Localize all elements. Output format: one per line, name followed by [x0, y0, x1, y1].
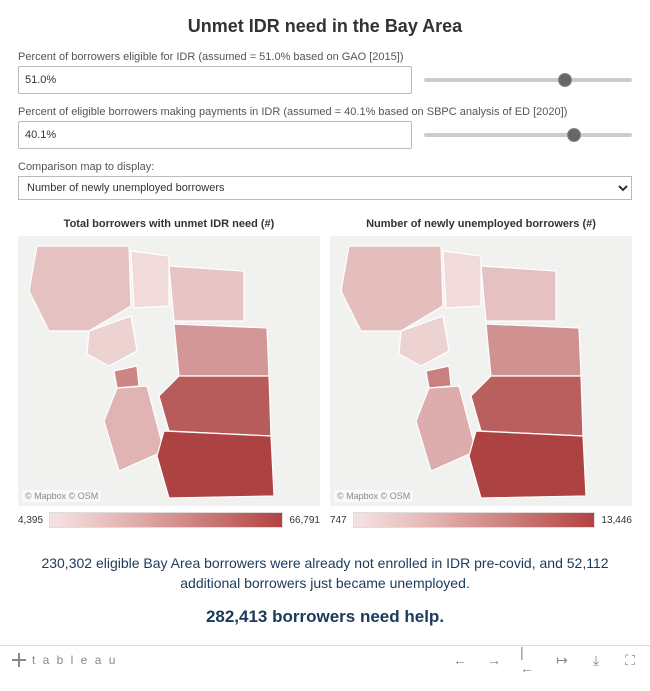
download-icon[interactable]: ⤓	[588, 652, 604, 668]
making-payments-slider-thumb[interactable]	[567, 128, 581, 142]
comparison-select[interactable]: Number of newly unemployed borrowers	[18, 176, 632, 200]
left-legend-max: 66,791	[289, 515, 320, 526]
right-legend-bar	[353, 512, 596, 528]
county-sonoma[interactable]	[341, 246, 443, 331]
county-santa-clara[interactable]	[157, 431, 274, 498]
right-map-title: Number of newly unemployed borrowers (#)	[330, 218, 632, 230]
making-payments-slider[interactable]	[424, 133, 632, 137]
county-contra-costa[interactable]	[174, 324, 269, 376]
left-map[interactable]: © Mapbox © OSM	[18, 236, 320, 506]
left-map-title: Total borrowers with unmet IDR need (#)	[18, 218, 320, 230]
idr-eligible-input[interactable]	[18, 66, 412, 94]
county-santa-clara[interactable]	[469, 431, 586, 498]
reset-icon[interactable]: |←	[520, 652, 536, 668]
redo-icon[interactable]: →	[486, 652, 502, 668]
county-san-mateo[interactable]	[416, 386, 476, 471]
idr-eligible-slider[interactable]	[424, 78, 632, 82]
fullscreen-icon[interactable]: ⛶	[622, 652, 638, 668]
county-napa[interactable]	[131, 251, 169, 308]
share-icon[interactable]: ↦	[554, 652, 570, 668]
county-solano[interactable]	[481, 266, 556, 321]
county-napa[interactable]	[443, 251, 481, 308]
left-map-svg	[18, 236, 320, 506]
tableau-toolbar: t a b l e a u ← → |← ↦ ⤓ ⛶	[0, 645, 650, 674]
idr-eligible-slider-thumb[interactable]	[558, 73, 572, 87]
right-legend-max: 13,446	[601, 515, 632, 526]
county-san-francisco[interactable]	[426, 366, 451, 388]
idr-eligible-label: Percent of borrowers eligible for IDR (a…	[18, 51, 632, 63]
tableau-logo-icon	[12, 653, 26, 667]
county-sonoma[interactable]	[29, 246, 131, 331]
left-legend-min: 4,395	[18, 515, 43, 526]
punch-line: 282,413 borrowers need help.	[18, 607, 632, 627]
comparison-label: Comparison map to display:	[18, 161, 632, 173]
page-title: Unmet IDR need in the Bay Area	[18, 16, 632, 37]
summary-text: 230,302 eligible Bay Area borrowers were…	[38, 554, 612, 593]
left-map-attrib: © Mapbox © OSM	[22, 490, 101, 502]
left-legend-bar	[49, 512, 283, 528]
right-map-attrib: © Mapbox © OSM	[334, 490, 413, 502]
making-payments-input[interactable]	[18, 121, 412, 149]
county-alameda[interactable]	[471, 376, 583, 436]
right-map[interactable]: © Mapbox © OSM	[330, 236, 632, 506]
county-contra-costa[interactable]	[486, 324, 581, 376]
making-payments-label: Percent of eligible borrowers making pay…	[18, 106, 632, 118]
county-solano[interactable]	[169, 266, 244, 321]
county-alameda[interactable]	[159, 376, 271, 436]
right-map-svg	[330, 236, 632, 506]
right-legend-min: 747	[330, 515, 347, 526]
tableau-brand-text: t a b l e a u	[32, 653, 117, 667]
county-san-francisco[interactable]	[114, 366, 139, 388]
county-san-mateo[interactable]	[104, 386, 164, 471]
undo-icon[interactable]: ←	[452, 652, 468, 668]
